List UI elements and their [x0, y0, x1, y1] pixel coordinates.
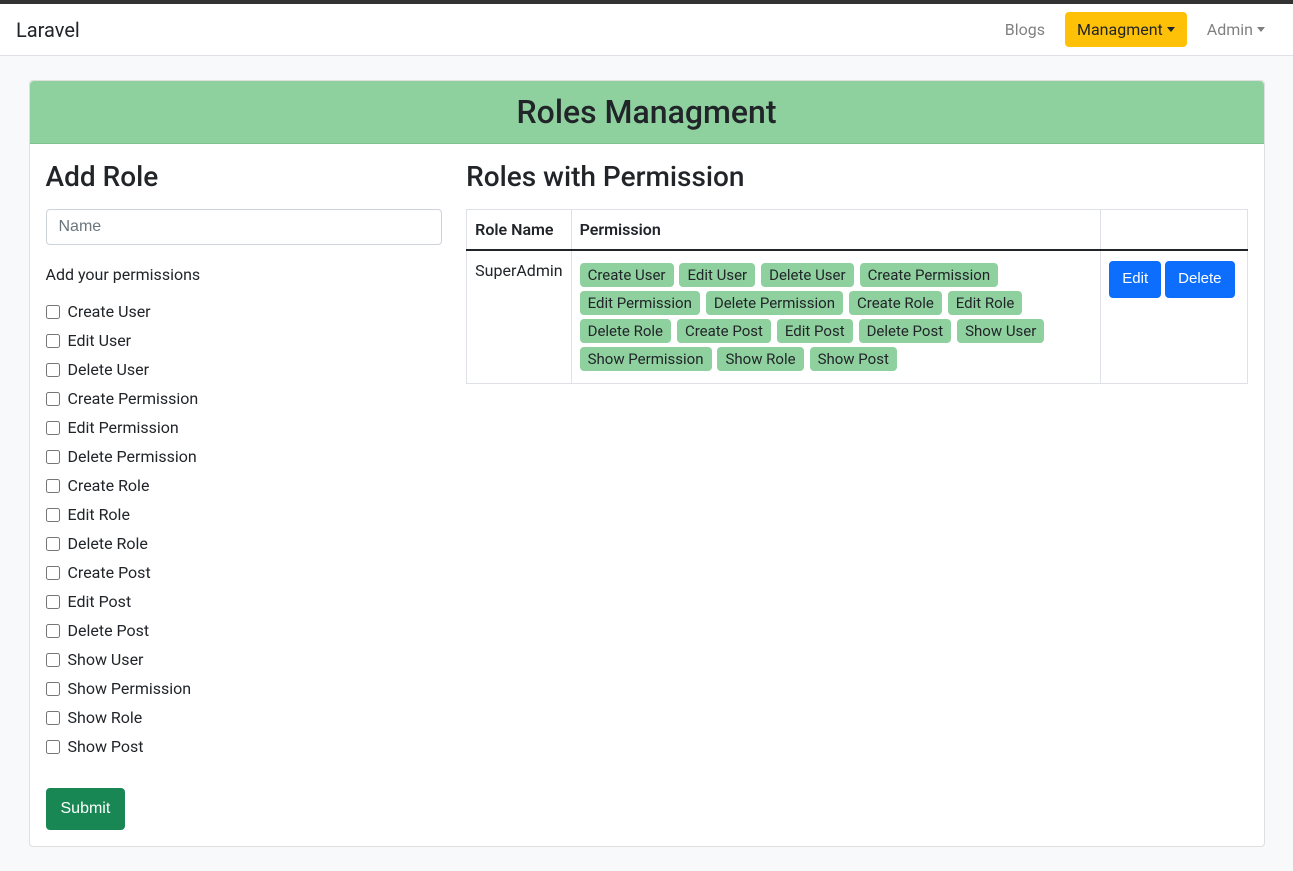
page-title: Roles Managment: [46, 93, 1248, 131]
add-role-title: Add Role: [46, 160, 443, 193]
permission-checkbox[interactable]: [46, 682, 60, 696]
permission-checkbox[interactable]: [46, 595, 60, 609]
permission-label[interactable]: Show Permission: [68, 679, 192, 698]
navbar-nav: Blogs Managment Admin: [993, 12, 1277, 47]
role-actions-cell: EditDelete: [1101, 250, 1247, 384]
permission-checkbox-row: Delete Role: [46, 532, 443, 555]
permission-checkbox[interactable]: [46, 450, 60, 464]
permission-checkbox-row: Delete Permission: [46, 445, 443, 468]
card-body: Add Role Add your permissions Create Use…: [30, 144, 1264, 846]
role-name-cell: SuperAdmin: [467, 250, 571, 384]
permission-label[interactable]: Show Role: [68, 708, 143, 727]
permission-label[interactable]: Show Post: [68, 737, 144, 756]
permission-checkbox[interactable]: [46, 479, 60, 493]
col-permission: Permission: [571, 210, 1101, 251]
permission-checkbox-row: Create Post: [46, 561, 443, 584]
permission-badge: Create User: [580, 263, 674, 287]
permission-label[interactable]: Edit Permission: [68, 418, 179, 437]
caret-down-icon: [1167, 27, 1175, 32]
roles-table: Role Name Permission SuperAdminCreate Us…: [466, 209, 1247, 384]
col-actions: [1101, 210, 1247, 251]
permission-label[interactable]: Delete Permission: [68, 447, 197, 466]
roles-card: Roles Managment Add Role Add your permis…: [29, 80, 1265, 847]
roles-list-column: Roles with Permission Role Name Permissi…: [466, 160, 1247, 830]
permission-checkbox-row: Edit Permission: [46, 416, 443, 439]
permission-checkbox[interactable]: [46, 508, 60, 522]
permission-checkbox[interactable]: [46, 740, 60, 754]
permission-badge: Edit Role: [948, 291, 1023, 315]
roles-list-title: Roles with Permission: [466, 160, 1247, 193]
nav-management-label: Managment: [1077, 20, 1163, 39]
permission-checkbox[interactable]: [46, 653, 60, 667]
permission-badge: Show Post: [810, 347, 897, 371]
permission-label[interactable]: Create Role: [68, 476, 150, 495]
permission-checkbox-row: Create Role: [46, 474, 443, 497]
main-container: Roles Managment Add Role Add your permis…: [17, 80, 1277, 847]
permission-checkbox-row: Delete Post: [46, 619, 443, 642]
navbar: Laravel Blogs Managment Admin: [0, 4, 1293, 56]
permission-badge: Delete Permission: [706, 291, 843, 315]
permission-checkbox[interactable]: [46, 392, 60, 406]
caret-down-icon: [1257, 27, 1265, 32]
permission-badge: Edit Permission: [580, 291, 700, 315]
card-header: Roles Managment: [30, 81, 1264, 144]
brand[interactable]: Laravel: [16, 18, 80, 42]
permission-label[interactable]: Edit Post: [68, 592, 132, 611]
permission-label[interactable]: Delete User: [68, 360, 150, 379]
permission-checkbox-row: Create Permission: [46, 387, 443, 410]
permission-checkbox[interactable]: [46, 566, 60, 580]
role-permissions-cell: Create User Edit User Delete User Create…: [571, 250, 1101, 384]
permission-label[interactable]: Edit User: [68, 331, 132, 350]
permission-checkbox-row: Edit User: [46, 329, 443, 352]
permission-badge: Create Role: [849, 291, 942, 315]
permission-checkbox[interactable]: [46, 711, 60, 725]
permission-checkbox-row: Delete User: [46, 358, 443, 381]
permission-checkbox-row: Create User: [46, 300, 443, 323]
permissions-list: Create User Edit User Delete User Create Pe…: [46, 300, 443, 758]
delete-button[interactable]: Delete: [1165, 261, 1234, 298]
permission-label[interactable]: Create Post: [68, 563, 151, 582]
permission-checkbox[interactable]: [46, 624, 60, 638]
permission-checkbox-row: Show Role: [46, 706, 443, 729]
nav-management-dropdown[interactable]: Managment: [1065, 12, 1187, 47]
permission-checkbox-row: Show User: [46, 648, 443, 671]
permission-badge: Delete Role: [580, 319, 671, 343]
table-row: SuperAdminCreate User Edit User Delete U…: [467, 250, 1247, 384]
permission-badge: Show Role: [717, 347, 803, 371]
permission-badge: Delete User: [761, 263, 854, 287]
permission-checkbox[interactable]: [46, 537, 60, 551]
permission-checkbox[interactable]: [46, 334, 60, 348]
permission-badge: Show User: [957, 319, 1044, 343]
permission-badge: Edit User: [679, 263, 755, 287]
permission-badge: Delete Post: [859, 319, 952, 343]
permission-label[interactable]: Delete Post: [68, 621, 150, 640]
nav-blogs[interactable]: Blogs: [993, 12, 1057, 47]
permission-label[interactable]: Edit Role: [68, 505, 130, 524]
permission-checkbox[interactable]: [46, 305, 60, 319]
permission-label[interactable]: Show User: [68, 650, 144, 669]
edit-button[interactable]: Edit: [1109, 261, 1161, 298]
permissions-label: Add your permissions: [46, 265, 443, 284]
submit-button[interactable]: Submit: [46, 788, 126, 830]
permission-label[interactable]: Create User: [68, 302, 151, 321]
permission-badge: Edit Post: [777, 319, 853, 343]
permission-badge: Create Permission: [860, 263, 999, 287]
permission-checkbox-row: Edit Post: [46, 590, 443, 613]
permission-checkbox-row: Show Permission: [46, 677, 443, 700]
nav-admin-dropdown[interactable]: Admin: [1195, 12, 1277, 47]
add-role-column: Add Role Add your permissions Create Use…: [46, 160, 443, 830]
nav-admin-label: Admin: [1207, 20, 1253, 39]
permission-checkbox-row: Show Post: [46, 735, 443, 758]
permission-label[interactable]: Create Permission: [68, 389, 199, 408]
permission-badge: Show Permission: [580, 347, 712, 371]
permission-checkbox[interactable]: [46, 421, 60, 435]
permission-label[interactable]: Delete Role: [68, 534, 148, 553]
permission-checkbox-row: Edit Role: [46, 503, 443, 526]
permission-checkbox[interactable]: [46, 363, 60, 377]
col-role-name: Role Name: [467, 210, 571, 251]
permission-badge: Create Post: [677, 319, 771, 343]
role-name-input[interactable]: [46, 209, 443, 245]
